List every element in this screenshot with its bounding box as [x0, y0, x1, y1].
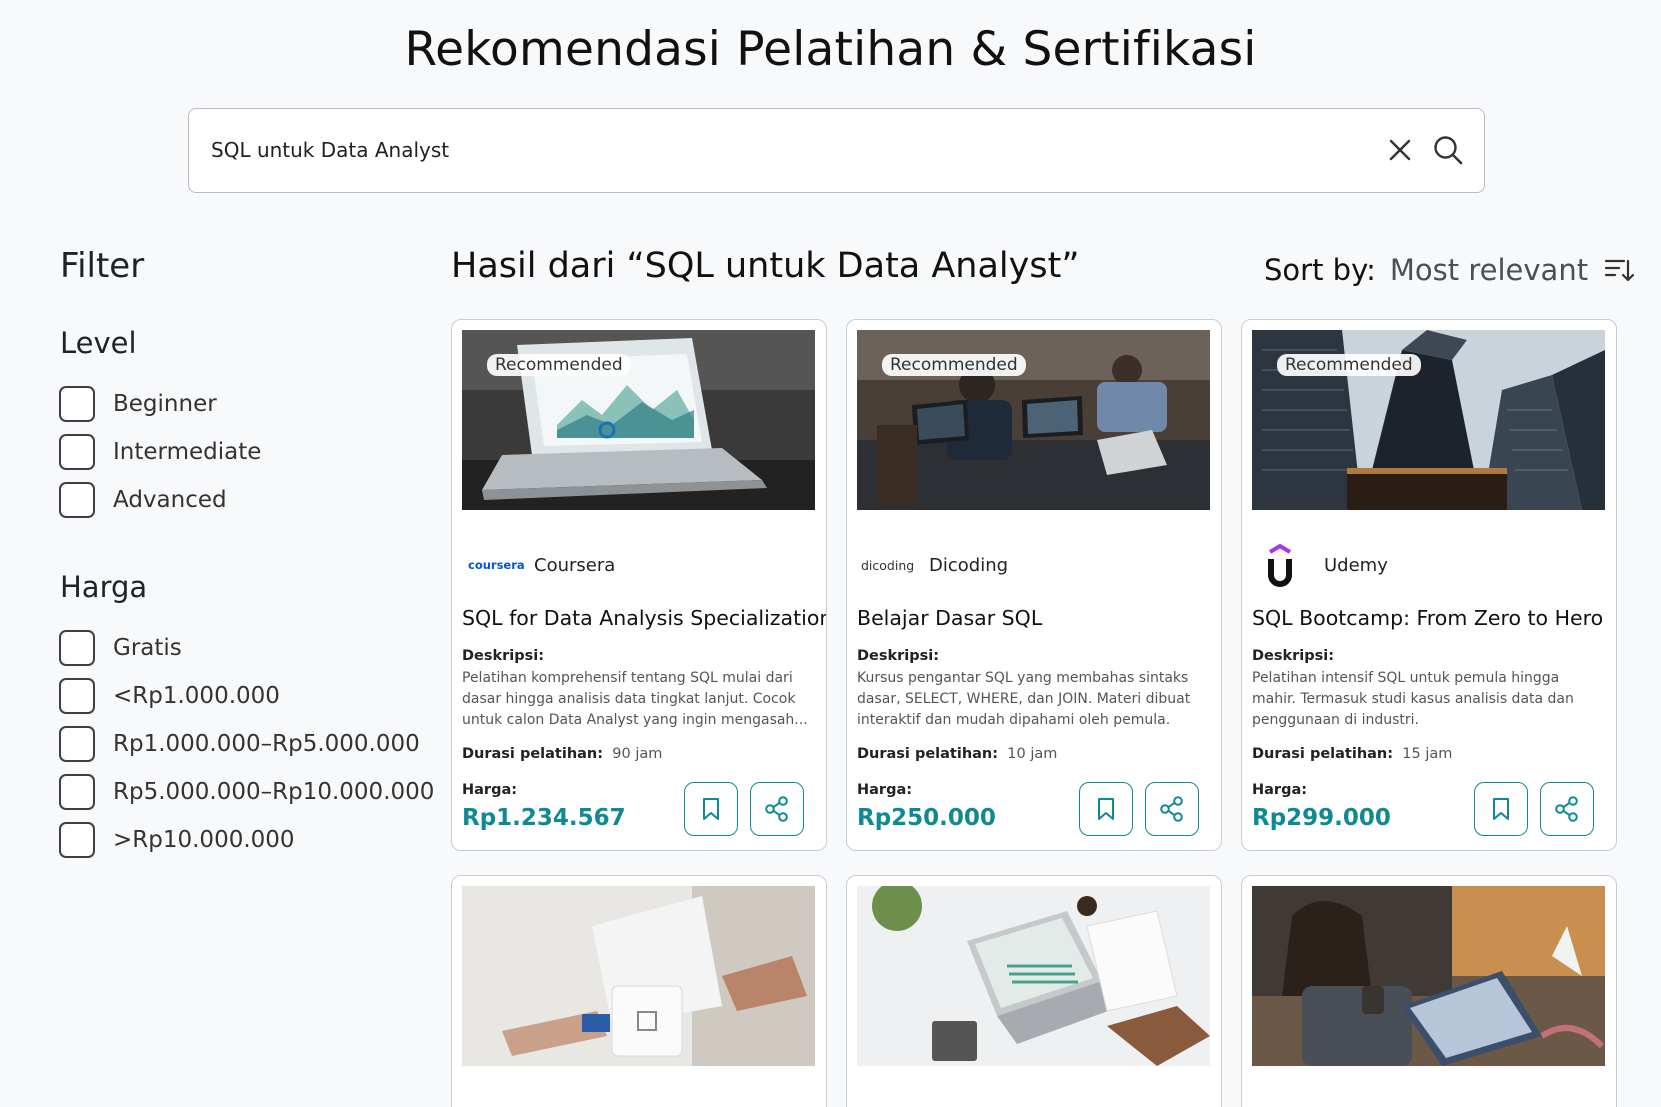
price-label: Harga:: [1252, 782, 1308, 798]
course-thumbnail: [857, 886, 1210, 1066]
filter-level-beginner[interactable]: Beginner: [59, 385, 217, 423]
sort-dropdown[interactable]: Sort by: Most relevant: [1264, 250, 1635, 290]
filter-harga-under-1m[interactable]: <Rp1.000.000: [59, 677, 280, 715]
bookmark-icon: [703, 798, 719, 820]
duration: Durasi pelatihan: 10 jam: [857, 746, 1057, 762]
filter-harga-1m-5m[interactable]: Rp1.000.000–Rp5.000.000: [59, 725, 420, 763]
course-card[interactable]: [1241, 875, 1617, 1107]
filter-label: Beginner: [113, 391, 217, 417]
filter-label: Rp5.000.000–Rp10.000.000: [113, 779, 435, 805]
duration-value: 90 jam: [612, 746, 663, 762]
price-label: Harga:: [857, 782, 913, 798]
course-card[interactable]: [846, 875, 1222, 1107]
course-thumbnail: Recommended: [857, 330, 1210, 510]
coursera-logo-icon: coursera: [468, 558, 525, 572]
share-button[interactable]: [1145, 782, 1199, 836]
close-icon[interactable]: [1384, 134, 1416, 166]
bookmark-button[interactable]: [1474, 782, 1528, 836]
filter-label: Gratis: [113, 635, 182, 661]
checkbox[interactable]: [59, 678, 95, 714]
recommended-badge: Recommended: [882, 354, 1026, 376]
checkbox[interactable]: [59, 726, 95, 762]
filter-harga-over-10m[interactable]: >Rp10.000.000: [59, 821, 295, 859]
recommended-badge: Recommended: [487, 354, 631, 376]
course-title[interactable]: SQL for Data Analysis Specialization: [462, 606, 826, 630]
price-label: Harga:: [462, 782, 518, 798]
bookmark-button[interactable]: [1079, 782, 1133, 836]
checkbox[interactable]: [59, 434, 95, 470]
page-title: Rekomendasi Pelatihan & Sertifikasi: [404, 22, 1257, 77]
bookmark-button[interactable]: [684, 782, 738, 836]
filter-label: <Rp1.000.000: [113, 683, 280, 709]
filter-level-advanced[interactable]: Advanced: [59, 481, 227, 519]
bookmark-icon: [1493, 798, 1509, 820]
course-card[interactable]: [451, 875, 827, 1107]
search-input[interactable]: [211, 109, 1331, 191]
recommended-badge: Recommended: [1277, 354, 1421, 376]
course-card[interactable]: Recommended dicoding Dicoding Belajar Da…: [846, 319, 1222, 851]
provider: coursera Coursera: [462, 543, 615, 587]
share-icon: [765, 796, 788, 822]
description-text: Pelatihan intensif SQL untuk pemula hing…: [1252, 670, 1574, 728]
filter-label: Advanced: [113, 487, 227, 513]
duration-value: 15 jam: [1402, 746, 1453, 762]
results-title: Hasil dari “SQL untuk Data Analyst”: [451, 246, 1080, 286]
course-thumbnail: [1252, 886, 1605, 1066]
description-label: Deskripsi:: [857, 648, 940, 664]
filter-label: Intermediate: [113, 439, 262, 465]
checkbox[interactable]: [59, 386, 95, 422]
duration-label: Durasi pelatihan:: [462, 746, 604, 762]
filter-harga-5m-10m[interactable]: Rp5.000.000–Rp10.000.000: [59, 773, 434, 811]
share-icon: [1555, 796, 1578, 822]
share-button[interactable]: [1540, 782, 1594, 836]
duration-value: 10 jam: [1007, 746, 1058, 762]
course-title[interactable]: Belajar Dasar SQL: [857, 606, 1217, 630]
sort-value: Most relevant: [1389, 253, 1589, 287]
bookmark-icon: [1098, 798, 1114, 820]
filter-level-title: Level: [60, 326, 137, 360]
checkbox[interactable]: [59, 630, 95, 666]
price-value: Rp299.000: [1252, 805, 1391, 831]
provider-name: Coursera: [534, 554, 616, 576]
duration: Durasi pelatihan: 90 jam: [462, 746, 662, 762]
checkbox[interactable]: [59, 774, 95, 810]
description-text: Kursus pengantar SQL yang membahas sinta…: [857, 670, 1191, 728]
sort-icon[interactable]: [1604, 255, 1635, 285]
filter-harga-gratis[interactable]: Gratis: [59, 629, 182, 667]
course-thumbnail: Recommended: [1252, 330, 1605, 510]
description-text: Pelatihan komprehensif tentang SQL mulai…: [462, 670, 808, 728]
course-title[interactable]: SQL Bootcamp: From Zero to Hero: [1252, 606, 1612, 630]
course-thumbnail: Recommended: [462, 330, 815, 510]
description-label: Deskripsi:: [462, 648, 545, 664]
checkbox[interactable]: [59, 482, 95, 518]
filter-title: Filter: [60, 246, 145, 286]
filter-level-intermediate[interactable]: Intermediate: [59, 433, 261, 471]
duration: Durasi pelatihan: 15 jam: [1252, 746, 1452, 762]
search-bar[interactable]: [188, 108, 1485, 193]
price-value: Rp1.234.567: [462, 805, 626, 831]
sort-label: Sort by:: [1264, 253, 1376, 287]
price-value: Rp250.000: [857, 805, 996, 831]
provider-name: Dicoding: [929, 554, 1009, 576]
provider: dicoding Dicoding: [857, 543, 1008, 587]
share-button[interactable]: [750, 782, 804, 836]
duration-label: Durasi pelatihan:: [1252, 746, 1394, 762]
filter-harga-title: Harga: [60, 570, 148, 604]
course-card[interactable]: Recommended Udemy SQL Bootcamp: From Zer…: [1241, 319, 1617, 851]
checkbox[interactable]: [59, 822, 95, 858]
duration-label: Durasi pelatihan:: [857, 746, 999, 762]
filter-label: >Rp10.000.000: [113, 827, 295, 853]
provider-name: Udemy: [1324, 554, 1388, 576]
provider: Udemy: [1252, 543, 1388, 587]
filter-label: Rp1.000.000–Rp5.000.000: [113, 731, 420, 757]
share-icon: [1160, 796, 1183, 822]
search-icon[interactable]: [1431, 133, 1465, 167]
dicoding-logo-icon: dicoding: [861, 557, 915, 573]
description-label: Deskripsi:: [1252, 648, 1335, 664]
course-thumbnail: [462, 886, 815, 1066]
course-card[interactable]: Recommended coursera Coursera SQL for Da…: [451, 319, 827, 851]
udemy-logo-icon: [1252, 543, 1312, 587]
